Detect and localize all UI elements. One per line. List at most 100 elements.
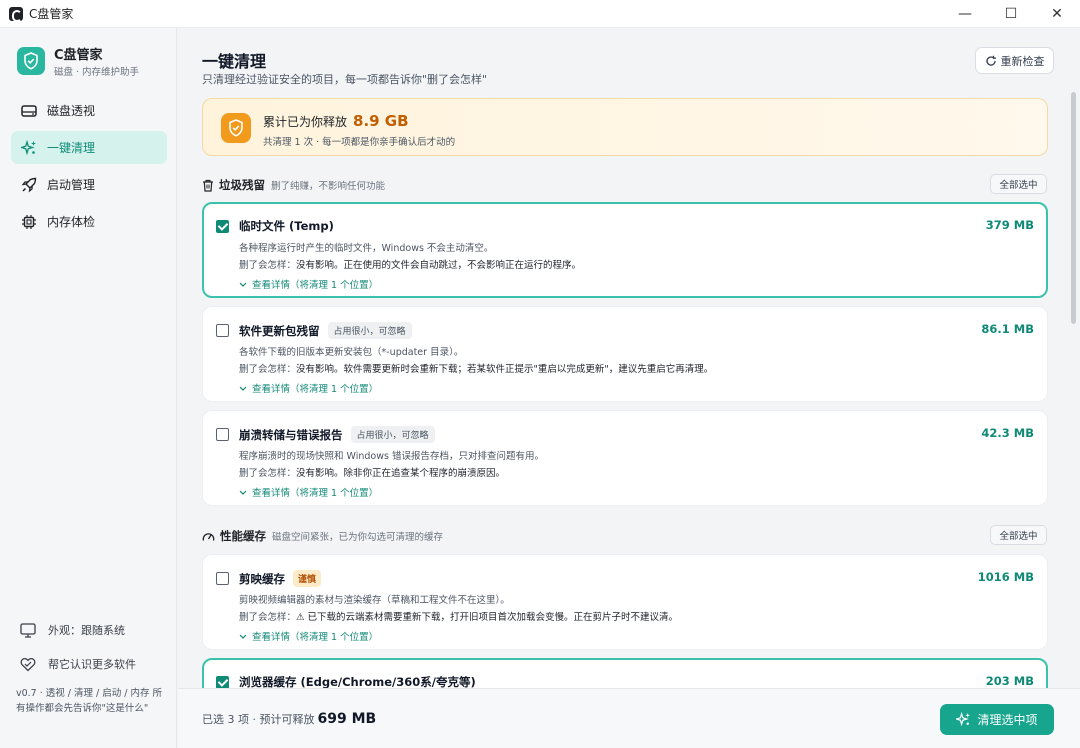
freed-detail: 共清理 1 次 · 每一项都是你亲手确认后才动的 xyxy=(263,137,456,148)
sidebar-item-disk[interactable]: 磁盘透视 xyxy=(11,94,167,127)
recheck-label: 重新检查 xyxy=(1000,54,1045,68)
window-title: C盘管家 xyxy=(29,7,74,21)
main-panel: 一键清理 只清理经过验证安全的项目，每一项都告诉你"删了会怎样" 重新检查 累计… xyxy=(178,28,1080,748)
item-details-link[interactable]: 查看详情（将清理 1 个位置） xyxy=(239,629,378,643)
item-effect: 删了会怎样：⚠ 已下载的云端素材需要重新下载，打开旧项目首次加载会变慢。正在剪片… xyxy=(239,612,679,623)
caution-tag: 谨慎 xyxy=(293,570,322,587)
item-title: 临时文件 (Temp) xyxy=(239,219,334,233)
freed-amount: 8.9 GB xyxy=(353,112,409,130)
sidebar-item-memory[interactable]: 内存体检 xyxy=(11,205,167,238)
page-title: 一键清理 xyxy=(202,52,267,71)
section-title: 垃圾残留 xyxy=(219,178,265,192)
item-effect: 删了会怎样：没有影响。除非你正在追查某个程序的崩溃原因。 xyxy=(239,468,506,479)
cleanup-item-updater[interactable]: 软件更新包残留 占用很小，可忽略 86.1 MB 各软件下载的旧版本更新安装包（… xyxy=(202,306,1048,402)
chevron-down-icon xyxy=(239,282,247,287)
disk-icon xyxy=(21,104,37,117)
brand: C盘管家 磁盘 · 内存维护助手 xyxy=(17,44,139,78)
item-checkbox[interactable] xyxy=(216,220,229,233)
item-checkbox[interactable] xyxy=(216,676,229,688)
sidebar-item-label: 启动管理 xyxy=(47,178,96,192)
select-all-cache-button[interactable]: 全部选中 xyxy=(990,525,1047,545)
item-size: 379 MB xyxy=(985,218,1034,232)
section-junk-header: 垃圾残留 删了纯赚，不影响任何功能 xyxy=(202,177,385,193)
action-footer: 已选 3 项 · 预计可释放 699 MB 清理选中项 xyxy=(178,688,1080,748)
item-title: 浏览器缓存 (Edge/Chrome/360系/夸克等) xyxy=(239,675,476,688)
item-size: 1016 MB xyxy=(977,570,1034,584)
item-details-link[interactable]: 查看详情（将清理 1 个位置） xyxy=(239,485,378,499)
item-size: 42.3 MB xyxy=(981,426,1034,440)
selection-size: 699 MB xyxy=(317,711,377,727)
freed-label: 累计已为你释放 xyxy=(263,115,348,129)
maximize-button[interactable]: ☐ xyxy=(988,0,1034,28)
item-checkbox[interactable] xyxy=(216,428,229,441)
item-details-link[interactable]: 查看详情（将清理 1 个位置） xyxy=(239,381,378,395)
select-all-junk-button[interactable]: 全部选中 xyxy=(990,174,1047,194)
app-icon xyxy=(9,6,23,22)
appearance-setting[interactable]: 外观：跟随系统 xyxy=(20,622,125,638)
recheck-button[interactable]: 重新检查 xyxy=(975,47,1054,74)
minimize-button[interactable]: — xyxy=(942,0,988,28)
cleanup-item-temp[interactable]: 临时文件 (Temp) 379 MB 各种程序运行时产生的临时文件，Window… xyxy=(202,202,1048,298)
item-size: 203 MB xyxy=(985,674,1034,688)
item-title: 崩溃转储与错误报告 xyxy=(239,427,343,442)
trash-icon xyxy=(203,179,213,192)
sparkles-icon xyxy=(956,712,971,727)
item-title: 剪映缓存 xyxy=(239,571,285,586)
window-controls: — ☐ ✕ xyxy=(942,0,1080,28)
item-details-link[interactable]: 查看详情（将清理 1 个位置） xyxy=(239,277,378,291)
sparkles-icon xyxy=(21,139,36,155)
item-checkbox[interactable] xyxy=(216,324,229,337)
chevron-down-icon xyxy=(239,490,247,495)
sidebar-item-label: 一键清理 xyxy=(47,141,96,155)
selection-summary: 已选 3 项 · 预计可释放 xyxy=(202,713,315,726)
item-description: 各种程序运行时产生的临时文件，Windows 不会主动清空。 xyxy=(239,243,494,254)
sidebar-nav: 磁盘透视 一键清理 启动管理 内存体检 xyxy=(11,94,167,242)
appearance-label: 外观：跟随系统 xyxy=(48,624,125,637)
item-title: 软件更新包残留 xyxy=(239,323,320,338)
version-info: v0.7 · 透视 / 清理 / 启动 / 内存 所有操作都会先告诉你"这是什么… xyxy=(16,688,163,714)
brand-name: C盘管家 xyxy=(54,48,103,63)
item-tag: 占用很小，可忽略 xyxy=(350,426,435,443)
item-size: 86.1 MB xyxy=(981,322,1034,336)
chevron-down-icon xyxy=(239,634,247,639)
chip-icon xyxy=(22,214,36,229)
cleanup-list[interactable]: 累计已为你释放 8.9 GB 共清理 1 次 · 每一项都是你亲手确认后才动的 … xyxy=(178,98,1080,688)
heart-hands-icon xyxy=(20,657,36,671)
gauge-icon xyxy=(202,532,215,541)
sidebar-item-label: 内存体检 xyxy=(47,215,96,229)
brand-subtitle: 磁盘 · 内存维护助手 xyxy=(54,67,140,78)
section-note: 磁盘空间紧张，已为你勾选可清理的缓存 xyxy=(272,532,444,543)
sidebar: C盘管家 磁盘 · 内存维护助手 磁盘透视 一键清理 启动管理 内存体检 外观：… xyxy=(0,28,177,748)
item-effect: 删了会怎样：没有影响。正在使用的文件会自动跳过，不会影响正在运行的程序。 xyxy=(239,260,582,271)
section-note: 删了纯赚，不影响任何功能 xyxy=(271,181,386,192)
sidebar-item-cleanup[interactable]: 一键清理 xyxy=(11,131,167,164)
shield-check-icon xyxy=(221,113,251,143)
cleanup-item-crash-dumps[interactable]: 崩溃转储与错误报告 占用很小，可忽略 42.3 MB 程序崩溃时的现场快照和 W… xyxy=(202,410,1048,506)
title-bar: C盘管家 — ☐ ✕ xyxy=(0,0,1080,28)
cleanup-item-browser-cache[interactable]: 浏览器缓存 (Edge/Chrome/360系/夸克等) 203 MB xyxy=(202,658,1048,688)
close-button[interactable]: ✕ xyxy=(1034,0,1080,28)
monitor-icon xyxy=(20,622,36,638)
rocket-icon xyxy=(21,177,37,192)
shield-logo-icon xyxy=(17,47,45,75)
item-description: 程序崩溃时的现场快照和 Windows 错误报告存档，只对排查问题有用。 xyxy=(239,451,544,462)
freed-summary-banner: 累计已为你释放 8.9 GB 共清理 1 次 · 每一项都是你亲手确认后才动的 xyxy=(202,98,1048,156)
item-description: 各软件下载的旧版本更新安装包（*-updater 目录）。 xyxy=(239,347,464,358)
scrollbar[interactable] xyxy=(1071,92,1076,324)
sidebar-item-startup[interactable]: 启动管理 xyxy=(11,168,167,201)
section-cache-header: 性能缓存 磁盘空间紧张，已为你勾选可清理的缓存 xyxy=(202,528,443,544)
learn-more-software[interactable]: 帮它认识更多软件 xyxy=(20,656,136,672)
sidebar-item-label: 磁盘透视 xyxy=(47,104,96,118)
chevron-down-icon xyxy=(239,386,247,391)
item-effect: 删了会怎样：没有影响。软件需要更新时会重新下载；若某软件正提示"重启以完成更新"… xyxy=(239,364,714,375)
cleanup-item-jianying[interactable]: 剪映缓存 谨慎 1016 MB 剪映视频编辑器的素材与渲染缓存（草稿和工程文件不… xyxy=(202,554,1048,650)
item-tag: 占用很小，可忽略 xyxy=(327,322,412,339)
page-subtitle: 只清理经过验证安全的项目，每一项都告诉你"删了会怎样" xyxy=(202,73,488,86)
section-title: 性能缓存 xyxy=(220,529,266,543)
learn-more-label: 帮它认识更多软件 xyxy=(48,658,136,671)
item-description: 剪映视频编辑器的素材与渲染缓存（草稿和工程文件不在这里）。 xyxy=(239,595,510,606)
clean-selected-button[interactable]: 清理选中项 xyxy=(940,704,1054,735)
item-checkbox[interactable] xyxy=(216,572,229,585)
refresh-icon xyxy=(985,55,996,66)
clean-button-label: 清理选中项 xyxy=(977,713,1038,727)
